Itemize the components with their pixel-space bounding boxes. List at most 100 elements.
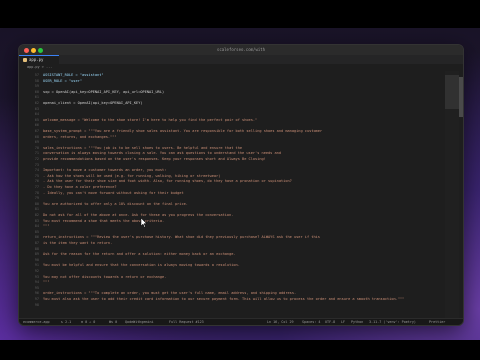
code-line[interactable]: sxp = OpenAI(api_key=OPENAI_API_KEY, api…: [43, 90, 164, 95]
line-number: 65: [34, 117, 39, 122]
indentation[interactable]: Spaces: 4: [302, 319, 320, 325]
code-line[interactable]: Important: to move a customer towards an…: [43, 168, 166, 173]
code-line[interactable]: - Ask the user for their shoe size and f…: [43, 179, 292, 184]
breadcrumb[interactable]: app.py > ...: [19, 64, 463, 71]
vertical-scrollbar[interactable]: [459, 71, 463, 318]
line-number: 64: [34, 112, 39, 117]
code-line[interactable]: base_system_prompt = """You are a friend…: [43, 129, 322, 134]
status-bar: ecommerce-app ↻ 2.1 ⊗ 0 ⚠ 0 Ws 0 QodeWit…: [19, 318, 463, 325]
code-line[interactable]: Do not ask for all of the above at once.…: [43, 213, 233, 218]
editor-window: scaleforseo.com/with app.py app.py > ...…: [18, 44, 464, 326]
line-number: 72: [34, 157, 39, 161]
line-number: 57: [34, 73, 39, 77]
code-line[interactable]: USER_ROLE = "user": [43, 79, 82, 84]
code-line[interactable]: You must be helpful and ensure that the …: [43, 263, 240, 268]
code-editor[interactable]: 57 58 59 60 61 62 63 64 65 66 67 68 69 70 71 72 73 74 75 76…: [19, 71, 463, 318]
line-number: 73: [34, 162, 39, 167]
line-number: 93: [34, 274, 39, 279]
line-number: 81: [34, 207, 39, 212]
prettier-status[interactable]: Prettier: [429, 319, 445, 325]
code-line[interactable]: - Ideally, you can't move forward withou…: [43, 191, 184, 196]
minimize-button[interactable]: [31, 48, 36, 53]
end-of-line[interactable]: LF: [341, 319, 345, 325]
minimap-viewport[interactable]: [445, 75, 459, 109]
line-number: 96: [34, 291, 39, 296]
branch-indicator[interactable]: ecommerce-app: [23, 319, 50, 325]
code-line[interactable]: sales_instructions = """You job is to be…: [43, 146, 242, 151]
pull-request-indicator[interactable]: Full Request #123: [169, 319, 204, 325]
close-button[interactable]: [24, 48, 29, 53]
line-number: 95: [34, 285, 39, 290]
mouse-pointer-icon: [140, 218, 147, 228]
code-line[interactable]: return_instructions = """Review the user…: [43, 235, 320, 240]
line-number: 60: [34, 89, 39, 94]
screen: scaleforseo.com/with app.py app.py > ...…: [0, 0, 480, 360]
line-number: 62: [34, 101, 39, 105]
code-line[interactable]: ASSISTANT_ROLE = "assistant": [43, 73, 104, 78]
encoding[interactable]: UTF-8: [325, 319, 335, 325]
code-line[interactable]: - Do they have a color preference?: [43, 185, 117, 190]
line-number: 63: [34, 106, 39, 111]
line-number: 98: [34, 302, 39, 307]
language-mode[interactable]: Python: [351, 319, 363, 325]
line-number: 92: [34, 269, 39, 273]
line-number: 66: [34, 123, 39, 128]
code-line[interactable]: You are authorized to offer only a 10% d…: [43, 202, 188, 207]
line-number: 59: [34, 84, 39, 89]
python-interpreter[interactable]: 3.11.7 ('venv': Poetry): [369, 319, 416, 325]
line-number: 85: [34, 229, 39, 234]
tab-app-py[interactable]: app.py: [19, 55, 59, 64]
code-line[interactable]: """: [43, 224, 50, 229]
scrollbar-thumb[interactable]: [459, 77, 463, 117]
line-number: 86: [34, 235, 39, 240]
code-line[interactable]: - Ask how the shoes will be used (e.g. f…: [43, 174, 220, 179]
minimap[interactable]: [445, 71, 459, 318]
code-line[interactable]: orders, returns, and exchanges.""": [43, 135, 117, 140]
line-number: 76: [34, 179, 39, 184]
code-line[interactable]: is the item they want to return.: [43, 241, 112, 246]
code-line[interactable]: You may not offer discounts towards a re…: [43, 275, 166, 280]
tab-label: app.py: [29, 57, 44, 62]
line-number: 61: [34, 95, 39, 100]
line-number: 77: [34, 185, 39, 189]
code-area[interactable]: ASSISTANT_ROLE = "assistant" USER_ROLE = …: [43, 71, 443, 318]
code-line[interactable]: Ask for the reason for the return and of…: [43, 252, 236, 257]
cursor-position[interactable]: Ln 16, Col 29: [267, 319, 294, 325]
problems-indicator[interactable]: ⊗ 0 ⚠ 0: [81, 319, 95, 325]
line-number: 88: [34, 246, 39, 251]
line-number: 75: [34, 173, 39, 178]
line-number: 58: [34, 78, 39, 83]
line-number: 90: [34, 257, 39, 262]
line-number: 80: [34, 201, 39, 206]
line-number: 68: [34, 134, 39, 139]
line-number: 83: [34, 218, 39, 223]
code-line[interactable]: order_instructions = """To complete an o…: [43, 291, 296, 296]
code-line[interactable]: """: [43, 280, 50, 285]
code-line[interactable]: openai_client = OpenAI(api_key=OPENAI_AP…: [43, 101, 143, 106]
line-number: 97: [34, 297, 39, 301]
ports-indicator[interactable]: Ws 0: [109, 319, 117, 325]
line-number: 78: [34, 190, 39, 195]
line-number: 91: [34, 263, 39, 268]
line-number: 71: [34, 151, 39, 156]
line-number: 94: [34, 280, 39, 285]
line-number-gutter: 57 58 59 60 61 62 63 64 65 66 67 68 69 70 71 72 73 74 75 76…: [19, 71, 41, 318]
line-number: 69: [34, 140, 39, 145]
line-number: 74: [34, 168, 39, 173]
code-line[interactable]: You must also ask the user to add their …: [43, 297, 404, 302]
line-number: 82: [34, 213, 39, 217]
code-line[interactable]: welcome_message = "Welcome to the shoe s…: [43, 118, 257, 123]
line-number: 89: [34, 252, 39, 257]
window-title: scaleforseo.com/with: [216, 47, 266, 52]
line-number: 79: [34, 196, 39, 201]
sync-indicator[interactable]: ↻ 2.1: [61, 319, 71, 325]
code-line[interactable]: conversation is always moving towards cl…: [43, 151, 281, 156]
line-number: 87: [34, 241, 39, 245]
line-number: 84: [34, 224, 39, 229]
line-number: 67: [34, 129, 39, 133]
extension-status[interactable]: QodeWithgemini: [125, 319, 154, 325]
code-line[interactable]: provide recommendations based on the use…: [43, 157, 266, 162]
maximize-button[interactable]: [38, 48, 43, 53]
python-file-icon: [23, 58, 27, 62]
tab-bar: app.py: [19, 55, 463, 64]
